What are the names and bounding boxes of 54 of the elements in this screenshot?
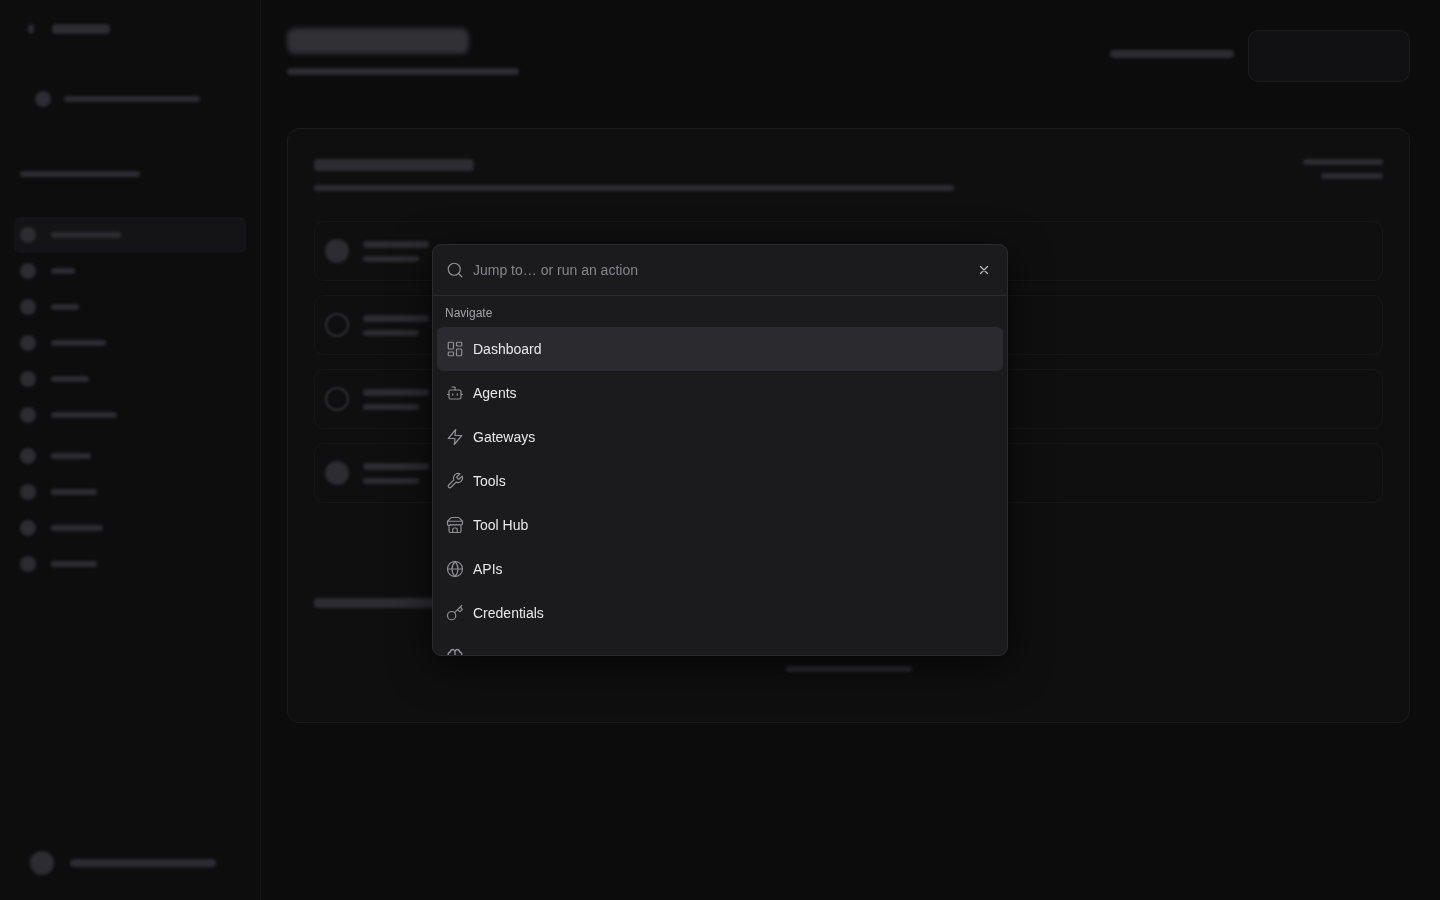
blurred-text: [51, 561, 97, 567]
menu-item[interactable]: Tool Hub: [437, 503, 1003, 547]
blurred-text: [51, 489, 97, 495]
menu-item[interactable]: Agents: [437, 371, 1003, 415]
blurred-icon: [20, 299, 36, 315]
key-icon: [446, 604, 464, 622]
blurred-text: [363, 314, 429, 322]
menu-item[interactable]: Dashboard: [437, 327, 1003, 371]
search-icon: [446, 261, 464, 279]
menu-item[interactable]: Credentials: [437, 591, 1003, 635]
blurred-text: [51, 376, 89, 382]
blurred-text: [363, 462, 429, 470]
blurred-icon: [20, 556, 36, 572]
blurred-icon: [30, 851, 54, 875]
menu-item[interactable]: APIs: [437, 547, 1003, 591]
blurred-icon: [20, 407, 36, 423]
blurred-icon: [20, 263, 36, 279]
blurred-icon: [20, 448, 36, 464]
blurred-text: [363, 403, 419, 410]
close-icon: [977, 263, 991, 277]
blurred-text: [51, 412, 117, 418]
blurred-text: [363, 329, 419, 336]
blurred-icon: [20, 371, 36, 387]
blurred-text: [363, 255, 419, 262]
globe-icon: [446, 560, 464, 578]
blurred-icon: [20, 335, 36, 351]
blurred-icon: [35, 91, 51, 107]
blurred-icon: [20, 227, 36, 243]
blurred-icon: [325, 461, 349, 485]
blurred-text: [51, 232, 121, 238]
blurred-text: [51, 453, 91, 459]
menu-item[interactable]: Gateways: [437, 415, 1003, 459]
blurred-text: [52, 24, 110, 34]
wrench-icon: [446, 472, 464, 490]
blurred-text: [1321, 173, 1383, 179]
blurred-text: [51, 525, 103, 531]
blurred-text: [363, 477, 419, 484]
dashboard-icon: [446, 340, 464, 358]
blurred-icon: [20, 484, 36, 500]
robot-icon: [446, 384, 464, 402]
blurred-icon: [28, 24, 34, 34]
menu-item[interactable]: Tools: [437, 459, 1003, 503]
blurred-icon: [325, 239, 349, 263]
section-label: Navigate: [444, 305, 494, 322]
blurred-icon: [20, 520, 36, 536]
blurred-text: [51, 340, 106, 346]
storefront-icon: [446, 516, 464, 534]
search-field[interactable]: Jump to… or run an action: [473, 256, 966, 284]
cut-off-icon: [446, 648, 464, 655]
blurred-text: [51, 268, 75, 274]
blurred-text: [363, 240, 429, 248]
lightning-icon: [446, 428, 464, 446]
blurred-text: [51, 304, 79, 310]
blurred-text: [363, 388, 429, 396]
